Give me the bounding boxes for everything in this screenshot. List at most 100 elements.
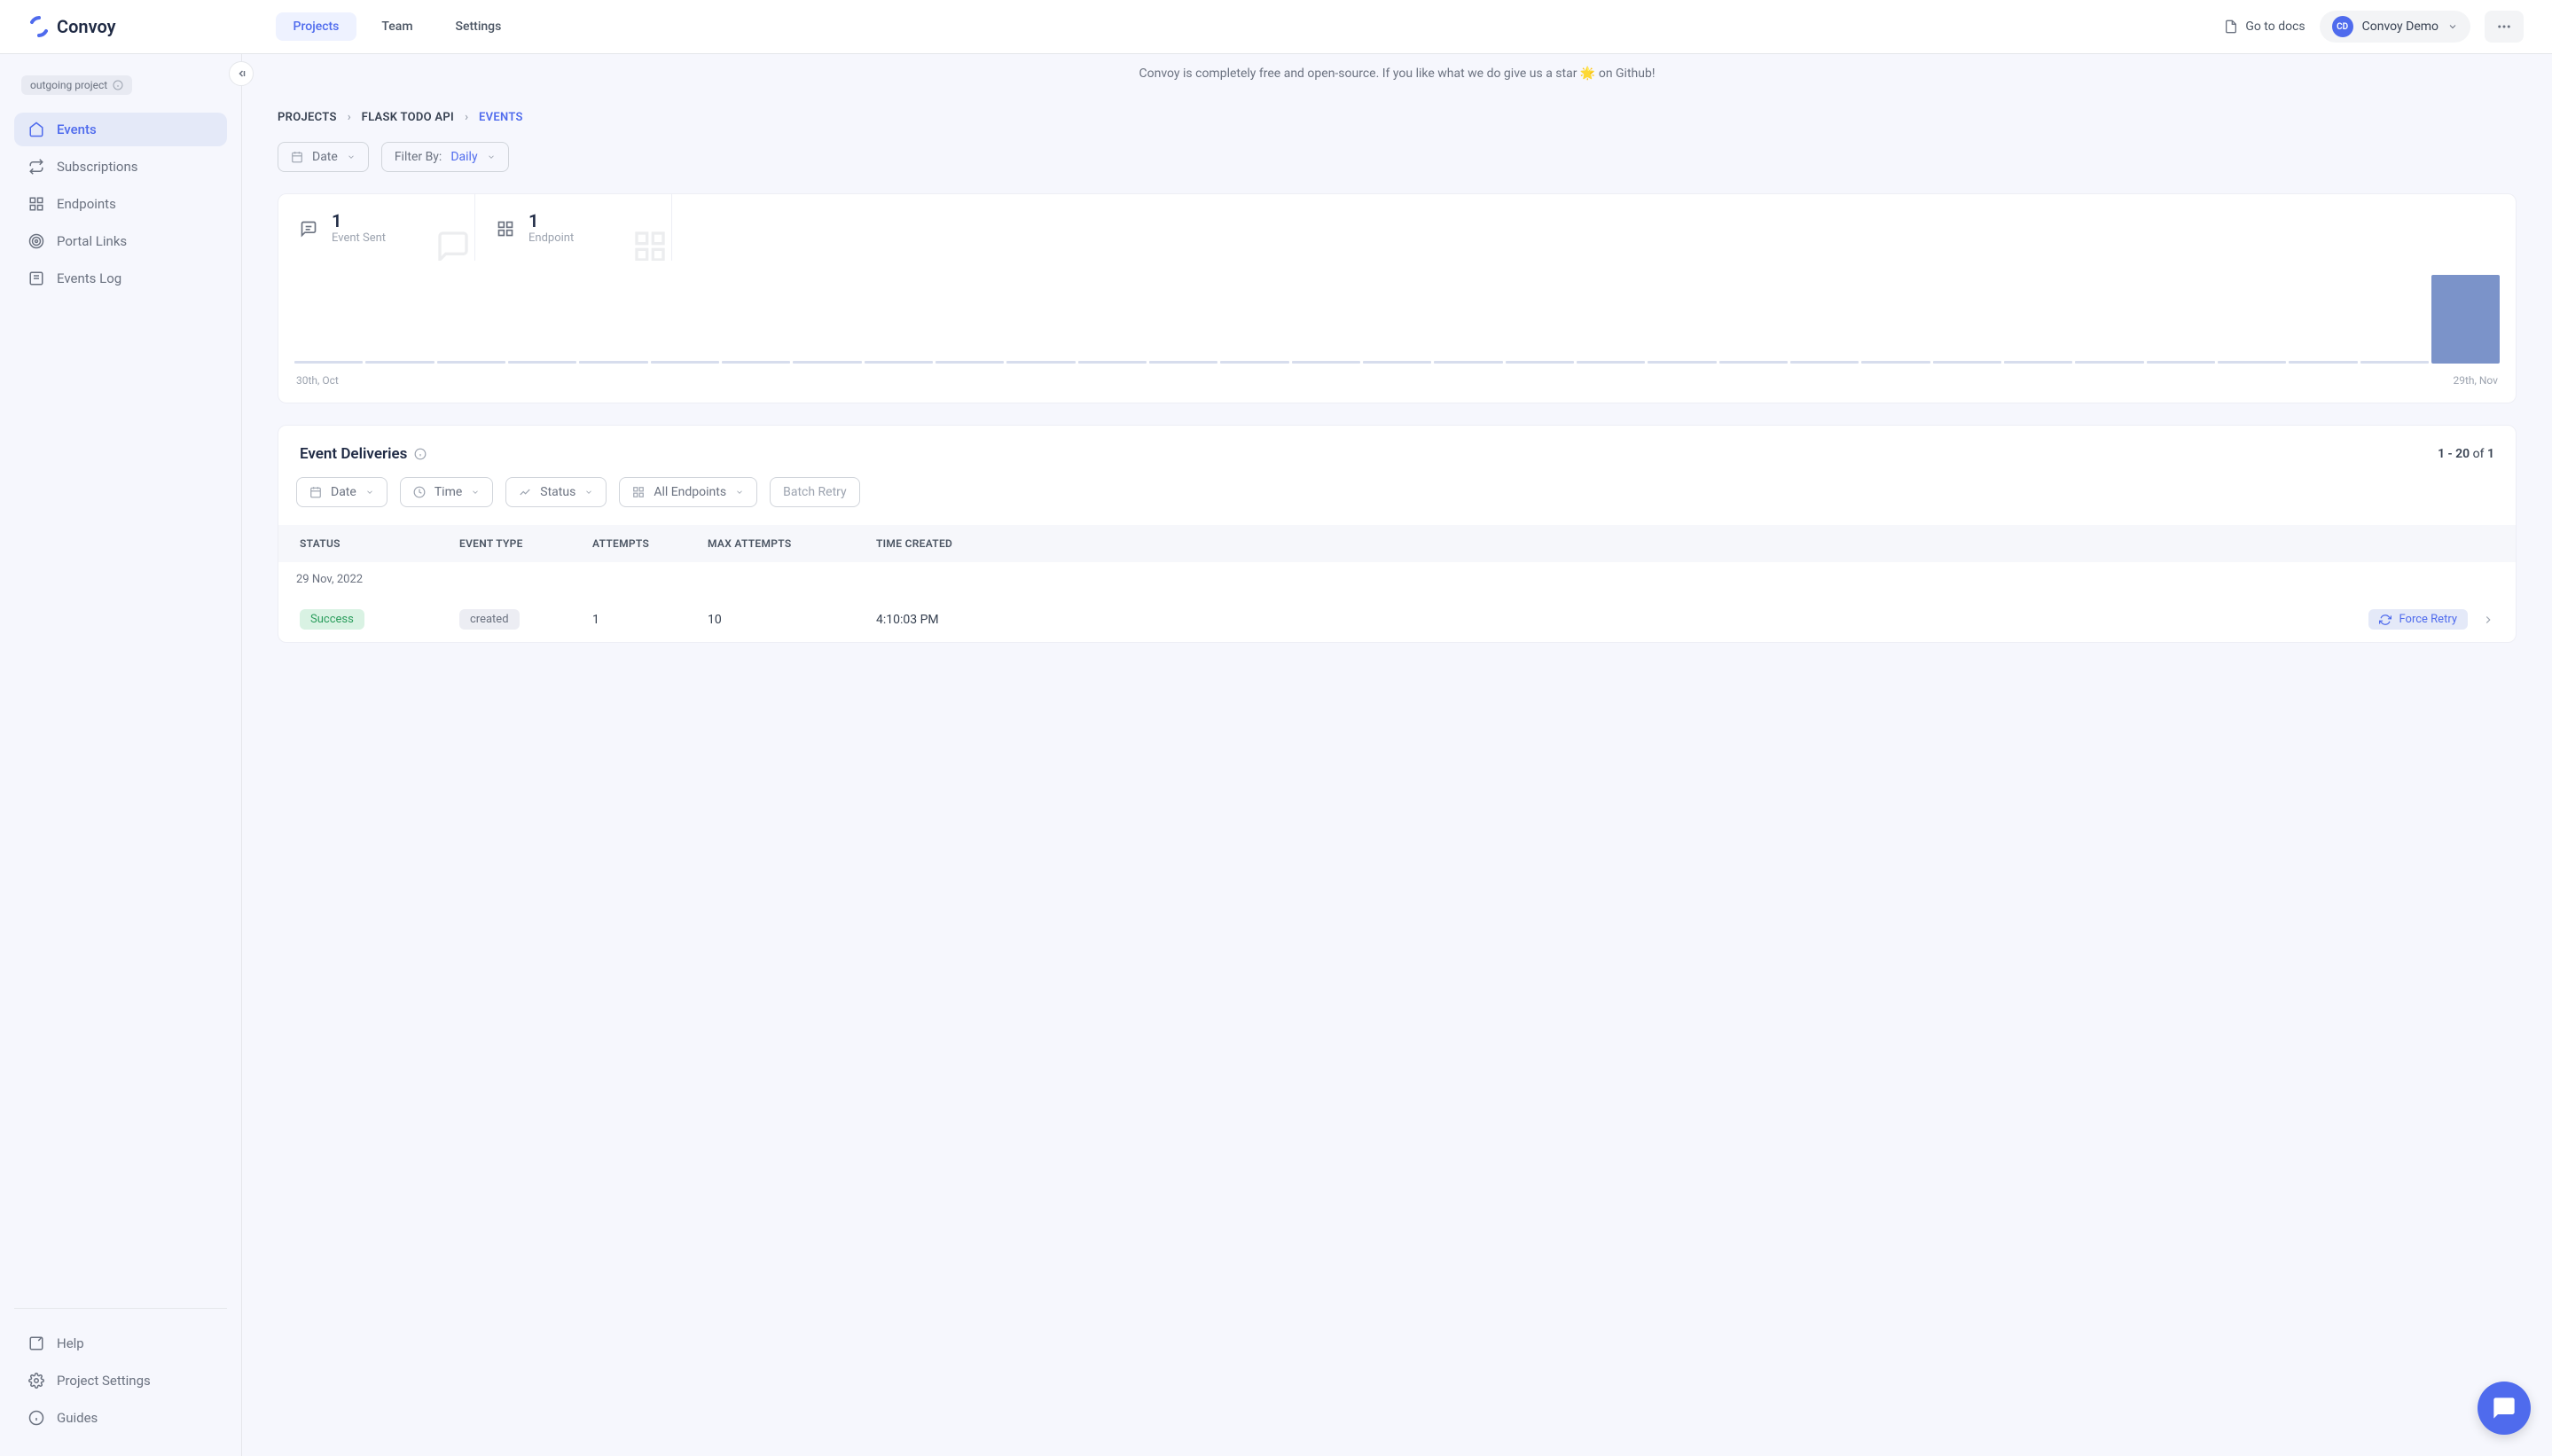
- chart-bar: [793, 361, 861, 364]
- refresh-icon: [2379, 614, 2392, 626]
- grid-bg-icon: [632, 229, 668, 261]
- attempts-value: 1: [592, 613, 708, 627]
- user-name: Convoy Demo: [2362, 20, 2438, 34]
- more-button[interactable]: [2485, 11, 2524, 43]
- sidebar-item-events-log[interactable]: Events Log: [14, 262, 227, 295]
- chart-bar: [1434, 361, 1502, 364]
- sidebar-item-project-settings[interactable]: Project Settings: [14, 1364, 227, 1397]
- collapse-sidebar-button[interactable]: [229, 61, 254, 86]
- chart-bar: [1078, 361, 1147, 364]
- document-icon: [2224, 20, 2238, 34]
- chat-fab[interactable]: [2478, 1382, 2531, 1435]
- docs-link[interactable]: Go to docs: [2224, 20, 2305, 34]
- stat-label: Endpoint: [528, 231, 574, 245]
- sidebar-item-endpoints[interactable]: Endpoints: [14, 187, 227, 221]
- sidebar-item-events[interactable]: Events: [14, 113, 227, 146]
- chevron-right-icon: ›: [465, 111, 468, 124]
- deliveries-date-filter[interactable]: Date: [296, 477, 387, 507]
- tab-team[interactable]: Team: [364, 12, 430, 41]
- chart-bar: [1220, 361, 1288, 364]
- stat-label: Event Sent: [332, 231, 386, 245]
- chart-icon: [519, 486, 531, 498]
- deliveries-time-filter[interactable]: Time: [400, 477, 493, 507]
- tab-settings[interactable]: Settings: [438, 12, 520, 41]
- grid-icon: [28, 196, 44, 212]
- tab-projects[interactable]: Projects: [276, 12, 357, 41]
- chevron-down-icon: [347, 153, 356, 161]
- chart-bar: [437, 361, 505, 364]
- target-icon: [28, 233, 44, 249]
- chart-bar: [722, 361, 790, 364]
- chart-bar: [294, 361, 363, 364]
- user-dropdown[interactable]: CD Convoy Demo: [2320, 11, 2470, 43]
- sidebar-item-label: Portal Links: [57, 233, 127, 249]
- sidebar-item-label: Help: [57, 1335, 84, 1351]
- events-chart: 30th, Oct 29th, Nov: [278, 261, 2516, 403]
- sidebar-item-portal-links[interactable]: Portal Links: [14, 224, 227, 258]
- chart-bar: [2075, 361, 2143, 364]
- event-icon: [300, 219, 317, 237]
- grid-icon: [497, 219, 514, 237]
- chart-bar: [1506, 361, 1574, 364]
- chart-bar: [2147, 361, 2215, 364]
- chevron-down-icon: [584, 488, 593, 497]
- sidebar-item-label: Events Log: [57, 270, 121, 286]
- force-retry-button[interactable]: Force Retry: [2368, 609, 2468, 630]
- breadcrumb-current: EVENTS: [479, 111, 523, 124]
- log-icon: [28, 270, 44, 286]
- home-icon: [28, 121, 44, 137]
- calendar-icon: [309, 486, 322, 498]
- nav-tabs: Projects Team Settings: [276, 12, 520, 41]
- chart-bar: [365, 361, 434, 364]
- chevron-down-icon: [735, 488, 744, 497]
- logo[interactable]: Convoy: [28, 16, 116, 37]
- stat-endpoint: 1 Endpoint: [475, 194, 672, 261]
- info-icon[interactable]: [414, 448, 427, 460]
- chart-bar: [1577, 361, 1645, 364]
- filter-by-label: Filter By:: [395, 150, 442, 164]
- info-icon[interactable]: [113, 80, 123, 90]
- stat-value: 1: [332, 210, 386, 231]
- app-header: Convoy Projects Team Settings Go to docs…: [0, 0, 2552, 54]
- github-banner[interactable]: Convoy is completely free and open-sourc…: [242, 54, 2552, 93]
- status-badge: Success: [300, 609, 364, 630]
- sidebar: outgoing project Events Subscriptions En…: [0, 54, 242, 1456]
- chart-bar: [1719, 361, 1788, 364]
- sidebar-item-label: Subscriptions: [57, 159, 137, 175]
- sidebar-item-guides[interactable]: Guides: [14, 1401, 227, 1435]
- event-bg-icon: [435, 229, 471, 261]
- event-type-badge: created: [459, 609, 520, 630]
- event-deliveries-card: Event Deliveries 1 - 20 of 1 Date: [278, 425, 2517, 643]
- col-event-type: EVENT TYPE: [459, 537, 592, 550]
- chart-bar: [865, 361, 933, 364]
- chevron-down-icon: [471, 488, 480, 497]
- deliveries-endpoints-filter[interactable]: All Endpoints: [619, 477, 757, 507]
- clock-icon: [413, 486, 426, 498]
- banner-text-after: on Github!: [1595, 67, 1655, 81]
- filter-by-value: Daily: [450, 150, 477, 164]
- batch-retry-button[interactable]: Batch Retry: [770, 477, 860, 507]
- date-filter-label: Date: [312, 150, 338, 164]
- gear-icon: [28, 1373, 44, 1389]
- chevron-right-icon[interactable]: [2482, 614, 2494, 626]
- chart-bar: [651, 361, 719, 364]
- date-filter[interactable]: Date: [278, 142, 369, 172]
- info-icon: [28, 1410, 44, 1426]
- breadcrumb-projects[interactable]: PROJECTS: [278, 111, 337, 124]
- sidebar-item-help[interactable]: Help: [14, 1327, 227, 1360]
- chevron-right-icon: ›: [348, 111, 351, 124]
- help-icon: [28, 1335, 44, 1351]
- project-badge-label: outgoing project: [30, 79, 107, 91]
- filter-by-dropdown[interactable]: Filter By: Daily: [381, 142, 509, 172]
- chart-bar: [579, 361, 647, 364]
- banner-text-before: Convoy is completely free and open-sourc…: [1139, 67, 1580, 81]
- stats-card: 1 Event Sent 1 Endpoint: [278, 193, 2517, 403]
- chat-icon: [2492, 1396, 2517, 1421]
- max-attempts-value: 10: [708, 613, 876, 627]
- table-row[interactable]: Success created 1 10 4:10:03 PM Force Re…: [278, 597, 2516, 642]
- breadcrumb-project-name[interactable]: FLASK TODO API: [362, 111, 454, 124]
- sidebar-item-subscriptions[interactable]: Subscriptions: [14, 150, 227, 184]
- table-header: STATUS EVENT TYPE ATTEMPTS MAX ATTEMPTS …: [278, 525, 2516, 562]
- deliveries-status-filter[interactable]: Status: [505, 477, 607, 507]
- grid-icon: [632, 486, 645, 498]
